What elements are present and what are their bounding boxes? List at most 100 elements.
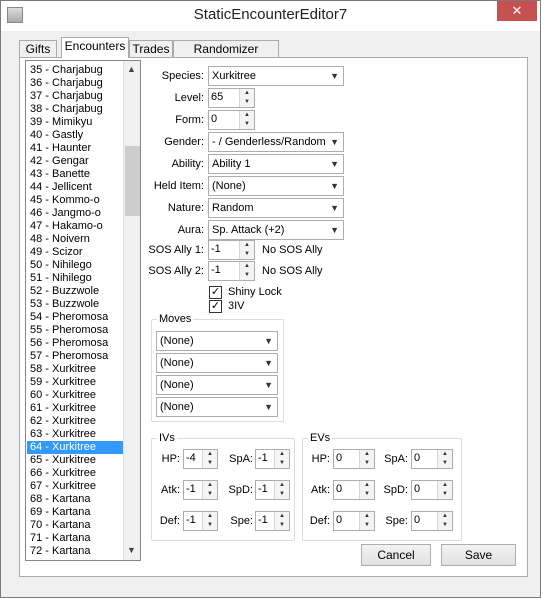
list-item[interactable]: 37 - Charjabug [27, 90, 123, 103]
list-item[interactable]: 43 - Banette [27, 168, 123, 181]
list-item[interactable]: 51 - Nihilego [27, 272, 123, 285]
move-1-value: (None) [160, 335, 194, 347]
spin-icon[interactable]: ▲ ▼ [202, 512, 217, 530]
three-iv-checkbox[interactable]: ✓ [209, 300, 222, 313]
scroll-down-icon[interactable]: ▼ [127, 545, 136, 555]
list-scrollbar[interactable]: ▲ ▼ [123, 61, 140, 560]
iv-spa-stepper[interactable]: -1 ▲ ▼ [255, 449, 290, 469]
iv-spd-stepper[interactable]: -1 ▲ ▼ [255, 480, 290, 500]
list-item[interactable]: 63 - Xurkitree [27, 428, 123, 441]
spin-icon[interactable]: ▲ ▼ [437, 450, 452, 468]
list-item[interactable]: 40 - Gastly [27, 129, 123, 142]
move-4-select[interactable]: (None) ▼ [156, 397, 278, 417]
tab-trades[interactable]: Trades [129, 40, 173, 58]
iv-spe-stepper[interactable]: -1 ▲ ▼ [255, 511, 290, 531]
ev-hp-stepper[interactable]: 0 ▲ ▼ [333, 449, 375, 469]
move-1-select[interactable]: (None) ▼ [156, 331, 278, 351]
list-item[interactable]: 62 - Xurkitree [27, 415, 123, 428]
spin-icon[interactable]: ▲ ▼ [239, 241, 254, 259]
nature-select[interactable]: Random ▼ [208, 198, 344, 218]
list-item[interactable]: 66 - Xurkitree [27, 467, 123, 480]
list-item[interactable]: 61 - Xurkitree [27, 402, 123, 415]
iv-spa-value: -1 [258, 452, 268, 464]
spin-icon[interactable]: ▲ ▼ [359, 481, 374, 499]
sos-ally-1-stepper[interactable]: -1 ▲ ▼ [208, 240, 255, 260]
scroll-thumb[interactable] [125, 146, 140, 216]
list-item[interactable]: 42 - Gengar [27, 155, 123, 168]
ev-spa-stepper[interactable]: 0 ▲ ▼ [411, 449, 453, 469]
spin-icon[interactable]: ▲ ▼ [239, 111, 254, 129]
list-item[interactable]: 53 - Buzzwole [27, 298, 123, 311]
held-item-select[interactable]: (None) ▼ [208, 176, 344, 196]
scroll-up-icon[interactable]: ▲ [127, 64, 136, 74]
list-item[interactable]: 58 - Xurkitree [27, 363, 123, 376]
move-2-select[interactable]: (None) ▼ [156, 353, 278, 373]
list-item[interactable]: 67 - Xurkitree [27, 480, 123, 493]
three-iv-label: 3IV [228, 300, 245, 312]
list-item[interactable]: 56 - Pheromosa [27, 337, 123, 350]
shiny-lock-checkbox[interactable]: ✓ [209, 286, 222, 299]
list-item[interactable]: 45 - Kommo-o [27, 194, 123, 207]
aura-select[interactable]: Sp. Attack (+2) ▼ [208, 220, 344, 240]
ev-atk-stepper[interactable]: 0 ▲ ▼ [333, 480, 375, 500]
move-3-select[interactable]: (None) ▼ [156, 375, 278, 395]
spin-icon[interactable]: ▲ ▼ [202, 481, 217, 499]
list-item[interactable]: 65 - Xurkitree [27, 454, 123, 467]
list-item[interactable]: 70 - Kartana [27, 519, 123, 532]
list-item[interactable]: 55 - Pheromosa [27, 324, 123, 337]
spin-icon[interactable]: ▲ ▼ [437, 481, 452, 499]
list-item[interactable]: 36 - Charjabug [27, 77, 123, 90]
list-item[interactable]: 69 - Kartana [27, 506, 123, 519]
list-item[interactable]: 50 - Nihilego [27, 259, 123, 272]
list-item[interactable]: 46 - Jangmo-o [27, 207, 123, 220]
encounter-listbox[interactable]: 35 - Charjabug 36 - Charjabug 37 - Charjab… [25, 60, 141, 561]
list-item[interactable]: 49 - Scizor [27, 246, 123, 259]
list-item[interactable]: 52 - Buzzwole [27, 285, 123, 298]
ability-select[interactable]: Ability 1 ▼ [208, 154, 344, 174]
list-item[interactable]: 48 - Noivern [27, 233, 123, 246]
tab-gifts[interactable]: Gifts [19, 40, 57, 58]
iv-def-stepper[interactable]: -1 ▲ ▼ [183, 511, 218, 531]
species-select[interactable]: Xurkitree ▼ [208, 66, 344, 86]
iv-hp-stepper[interactable]: -4 ▲ ▼ [183, 449, 218, 469]
close-button[interactable]: ✕ [497, 1, 537, 21]
form-stepper[interactable]: 0 ▲ ▼ [208, 110, 255, 130]
ev-spd-stepper[interactable]: 0 ▲ ▼ [411, 480, 453, 500]
level-stepper[interactable]: 65 ▲ ▼ [208, 88, 255, 108]
spin-icon[interactable]: ▲ ▼ [202, 450, 217, 468]
evs-title: EVs [308, 432, 333, 444]
ev-def-stepper[interactable]: 0 ▲ ▼ [333, 511, 375, 531]
spin-icon[interactable]: ▲ ▼ [274, 512, 289, 530]
sos-ally-2-stepper[interactable]: -1 ▲ ▼ [208, 261, 255, 281]
tab-encounters[interactable]: Encounters [61, 37, 129, 58]
list-item[interactable]: 41 - Haunter [27, 142, 123, 155]
list-item[interactable]: 35 - Charjabug [27, 64, 123, 77]
spin-icon[interactable]: ▲ ▼ [239, 89, 254, 107]
list-item[interactable]: 47 - Hakamo-o [27, 220, 123, 233]
chevron-down-icon: ▼ [264, 402, 273, 412]
tab-randomizer-options[interactable]: Randomizer Options [173, 40, 279, 72]
list-item[interactable]: 71 - Kartana [27, 532, 123, 545]
cancel-button[interactable]: Cancel [361, 544, 431, 566]
iv-atk-stepper[interactable]: -1 ▲ ▼ [183, 480, 218, 500]
ev-spe-stepper[interactable]: 0 ▲ ▼ [411, 511, 453, 531]
list-item[interactable]: 44 - Jellicent [27, 181, 123, 194]
spin-icon[interactable]: ▲ ▼ [359, 450, 374, 468]
spin-icon[interactable]: ▲ ▼ [274, 450, 289, 468]
spin-icon[interactable]: ▲ ▼ [437, 512, 452, 530]
save-button[interactable]: Save [441, 544, 516, 566]
list-item[interactable]: 64 - Xurkitree [27, 441, 123, 454]
spin-icon[interactable]: ▲ ▼ [359, 512, 374, 530]
list-item[interactable]: 68 - Kartana [27, 493, 123, 506]
list-item[interactable]: 54 - Pheromosa [27, 311, 123, 324]
list-item[interactable]: 39 - Mimikyu [27, 116, 123, 129]
list-item[interactable]: 72 - Kartana [27, 545, 123, 558]
spin-icon[interactable]: ▲ ▼ [274, 481, 289, 499]
spin-icon[interactable]: ▲ ▼ [239, 262, 254, 280]
ability-label: Ability: [171, 158, 204, 170]
list-item[interactable]: 38 - Charjabug [27, 103, 123, 116]
gender-select[interactable]: - / Genderless/Random ▼ [208, 132, 344, 152]
list-item[interactable]: 57 - Pheromosa [27, 350, 123, 363]
list-item[interactable]: 59 - Xurkitree [27, 376, 123, 389]
list-item[interactable]: 60 - Xurkitree [27, 389, 123, 402]
